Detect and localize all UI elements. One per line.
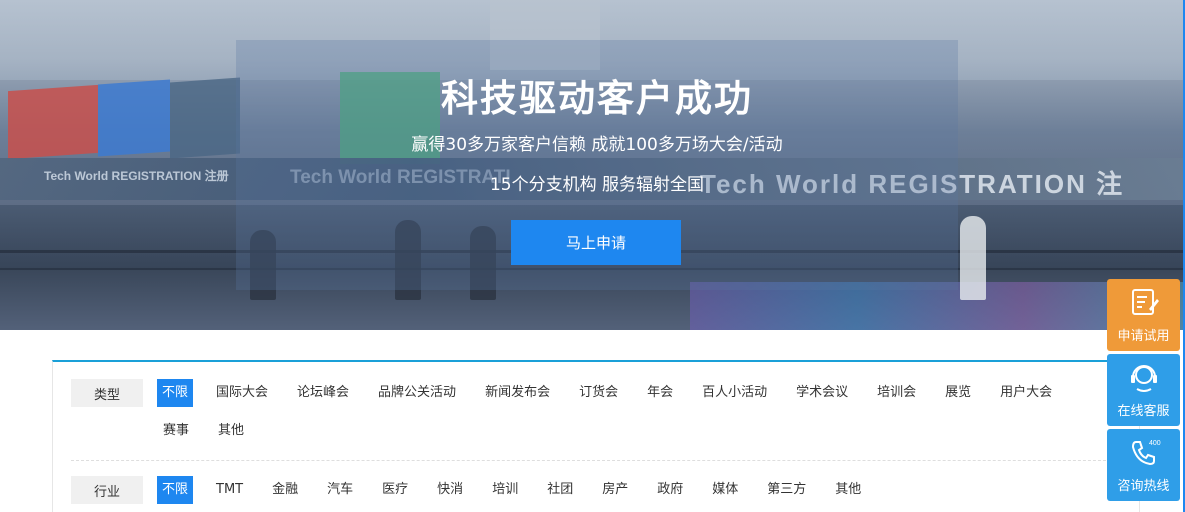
filter-industry-option[interactable]: 社团 <box>541 476 579 504</box>
filter-industry-option[interactable]: 医疗 <box>376 476 414 504</box>
filter-type-option[interactable]: 其他 <box>212 417 250 445</box>
hotline-button[interactable]: 400 咨询热线 <box>1107 429 1180 501</box>
filter-type-option[interactable]: 百人小活动 <box>696 379 773 407</box>
filter-industry-option[interactable]: 金融 <box>266 476 304 504</box>
filter-type-options: 不限 国际大会 论坛峰会 品牌公关活动 新闻发布会 订货会 年会 百人小活动 学… <box>157 379 1117 455</box>
form-edit-icon <box>1131 289 1159 315</box>
filter-type-option[interactable]: 论坛峰会 <box>291 379 355 407</box>
filter-industry-option[interactable]: 房产 <box>596 476 634 504</box>
filter-industry-options: 不限 TMT 金融 汽车 医疗 快消 培训 社团 房产 政府 媒体 第三方 其他 <box>157 476 1117 504</box>
online-service-label: 在线客服 <box>1117 404 1170 419</box>
filter-type-option[interactable]: 培训会 <box>871 379 922 407</box>
svg-text:400: 400 <box>1149 440 1161 447</box>
filter-type-option[interactable]: 用户大会 <box>994 379 1058 407</box>
filter-industry-option[interactable]: 政府 <box>651 476 689 504</box>
filter-industry-option[interactable]: TMT <box>210 476 249 504</box>
apply-now-button[interactable]: 马上申请 <box>511 220 681 265</box>
filter-panel: 类型 不限 国际大会 论坛峰会 品牌公关活动 新闻发布会 订货会 年会 百人小活… <box>52 360 1140 512</box>
hero-subtitle-clients: 赢得30多万家客户信赖 成就100多万场大会/活动 <box>411 135 783 155</box>
filter-industry-option[interactable]: 媒体 <box>706 476 744 504</box>
apply-trial-label: 申请试用 <box>1117 329 1170 344</box>
filter-type-option[interactable]: 订货会 <box>573 379 624 407</box>
filter-type-option[interactable]: 新闻发布会 <box>479 379 556 407</box>
filter-type-option[interactable]: 展览 <box>939 379 977 407</box>
hero-sign-red <box>8 84 98 160</box>
filter-industry-option[interactable]: 其他 <box>829 476 867 504</box>
filter-divider <box>71 460 1121 461</box>
hero-subtitle-branches: 15个分支机构 服务辐射全国 <box>489 175 705 195</box>
filter-type-label: 类型 <box>71 379 143 407</box>
filter-type-option-any[interactable]: 不限 <box>157 379 194 407</box>
filter-industry-option-any[interactable]: 不限 <box>157 476 194 504</box>
filter-type-option[interactable]: 年会 <box>641 379 679 407</box>
headset-icon <box>1130 365 1157 392</box>
filter-type-option[interactable]: 赛事 <box>157 417 195 445</box>
hero-sign-dark <box>170 77 240 159</box>
filter-type-option[interactable]: 学术会议 <box>790 379 854 407</box>
filter-industry-label: 行业 <box>71 476 143 504</box>
hero-sign-blue <box>98 79 170 157</box>
hotline-label: 咨询热线 <box>1117 479 1170 494</box>
filter-industry-option[interactable]: 培训 <box>486 476 524 504</box>
phone-400-icon: 400 <box>1131 440 1161 466</box>
hero-person <box>960 216 986 300</box>
filter-type-option[interactable]: 品牌公关活动 <box>372 379 462 407</box>
online-service-button[interactable]: 在线客服 <box>1107 354 1180 426</box>
filter-type-option[interactable]: 国际大会 <box>210 379 274 407</box>
filter-industry-option[interactable]: 第三方 <box>761 476 812 504</box>
hero-banner: Tech World REGISTRATION 注册 Tech World RE… <box>0 0 1185 330</box>
filter-industry-option[interactable]: 汽车 <box>321 476 359 504</box>
hero-title: 科技驱动客户成功 <box>441 77 753 120</box>
hero-registration-text-small: Tech World REGISTRATION 注册 <box>44 169 229 183</box>
filter-industry-option[interactable]: 快消 <box>431 476 469 504</box>
apply-trial-button[interactable]: 申请试用 <box>1107 279 1180 351</box>
